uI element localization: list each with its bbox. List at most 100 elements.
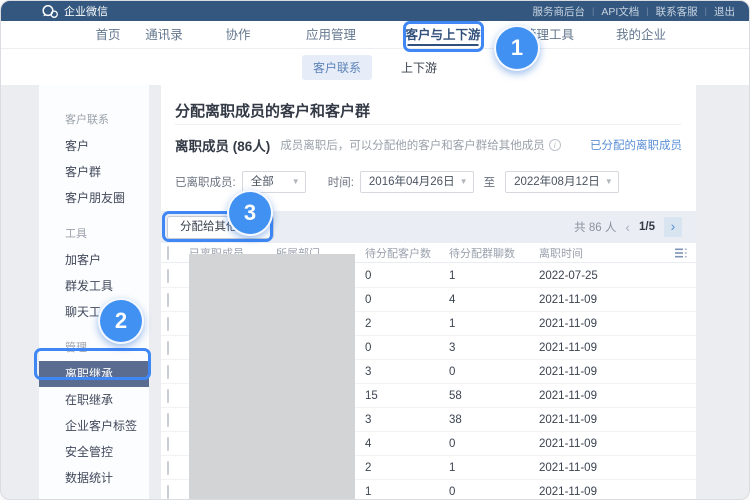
sidebar: 客户联系客户客户群客户朋友圈工具加客户群发工具聊天工具管理离职继承在职继承企业客… [39,85,149,499]
total-count-label: 共 86 人 [574,219,616,235]
sidebar-item[interactable]: 在职继承 [39,387,149,413]
section-title: 离职成员 (86人) [175,135,270,155]
cell-pending-groups: 38 [449,414,539,426]
cell-pending-groups: 1 [449,318,539,330]
next-page-icon[interactable]: › [664,217,682,237]
cell-leave-date: 2021-11-09 [539,366,666,378]
time-filter-label: 时间: [328,174,354,190]
row-checkbox[interactable] [167,485,169,499]
cell-leave-date: 2021-11-09 [539,342,666,354]
cell-pending-customers: 3 [365,414,449,426]
topbar-link-separator: | [646,6,648,16]
top-nav-item[interactable]: 首页 [95,21,120,49]
sidebar-section-header: 工具 [39,221,149,247]
row-checkbox[interactable] [167,389,169,403]
prev-page-icon[interactable]: ‹ [625,220,630,234]
cell-leave-date: 2021-11-09 [539,414,666,426]
cell-leave-date: 2021-11-09 [539,390,666,402]
subtab-strip: 客户联系 上下游 [1,49,749,85]
topbar-link[interactable]: 退出 [714,4,735,19]
sidebar-section-header: 客户联系 [39,107,149,133]
cell-pending-customers: 0 [365,270,449,282]
topbar-link-separator: | [592,6,594,16]
column-settings-icon[interactable] [666,247,696,259]
top-nav-item[interactable]: 协作 [225,21,250,49]
wecom-logo: 企业微信 [41,3,108,19]
top-nav-item[interactable]: 我的企业 [616,21,666,49]
assigned-members-link[interactable]: 已分配的离职成员 [590,137,682,153]
row-checkbox[interactable] [167,317,169,331]
top-nav-item[interactable]: 应用管理 [306,21,356,49]
topbar-link[interactable]: API文档 [601,4,639,19]
col-header-date: 离职时间 [539,245,666,261]
cell-pending-customers: 0 [365,342,449,354]
chevron-down-icon: ▼ [605,172,613,192]
cell-pending-customers: 4 [365,438,449,450]
section-description: 成员离职后，可以分配他的客户和客户群给其他成员 [280,137,545,153]
cell-pending-groups: 0 [449,366,539,378]
info-icon[interactable]: i [549,139,561,151]
tab-upstream-downstream[interactable]: 上下游 [390,55,448,80]
app-window: 企业微信 服务商后台 | API文档 | 联系客服 | 退出 首页通讯录 协作 应用管理 客户与上… [0,0,750,500]
sidebar-item[interactable]: 安全管控 [39,439,149,465]
topbar-link[interactable]: 联系客服 [656,4,698,19]
logo-text: 企业微信 [64,3,108,19]
cell-leave-date: 2022-07-25 [539,270,666,282]
top-nav-item[interactable]: 客户与上下游 [405,21,480,49]
topbar: 企业微信 服务商后台 | API文档 | 联系客服 | 退出 [1,1,749,21]
page-indicator: 1/5 [639,221,655,233]
col-header-groups: 待分配群聊数 [449,245,539,261]
date-from-select[interactable]: 2016年04月26日 ▼ [360,171,474,193]
cell-leave-date: 2021-11-09 [539,462,666,474]
sidebar-item[interactable]: 数据统计 [39,465,149,491]
redacted-content-block [189,254,355,500]
filter-row: 已离职成员: 全部 ▼ 时间: 2016年04月26日 ▼ 至 2022年08月… [175,170,619,193]
topbar-link[interactable]: 服务商后台 [533,4,586,19]
cell-pending-groups: 58 [449,390,539,402]
cell-pending-groups: 0 [449,486,539,498]
sidebar-item[interactable]: 客户群 [39,159,149,185]
sidebar-item[interactable]: 加客户 [39,247,149,273]
cell-pending-customers: 3 [365,366,449,378]
row-checkbox[interactable] [167,461,169,475]
sidebar-item[interactable]: 离职继承 [39,361,149,387]
annotation-step-1: 1 [494,25,540,71]
divider [175,124,681,125]
date-to-select[interactable]: 2022年08月12日 ▼ [505,171,619,193]
select-all-checkbox[interactable] [167,246,169,260]
sidebar-item[interactable]: 群发工具 [39,273,149,299]
primary-nav: 首页通讯录协作应用管理客户与上下游管理工具我的企业 [1,21,749,49]
row-checkbox[interactable] [167,365,169,379]
cell-pending-customers: 15 [365,390,449,402]
row-checkbox[interactable] [167,269,169,283]
cell-pending-groups: 1 [449,270,539,282]
cell-pending-groups: 3 [449,342,539,354]
cell-pending-groups: 1 [449,462,539,474]
sidebar-item[interactable]: 客户朋友圈 [39,185,149,211]
row-checkbox[interactable] [167,341,169,355]
tab-customer-contact[interactable]: 客户联系 [302,55,372,80]
row-checkbox[interactable] [167,437,169,451]
date-range-to-label: 至 [484,174,496,190]
topbar-link-separator: | [705,6,707,16]
sidebar-item[interactable]: 客户 [39,133,149,159]
row-checkbox[interactable] [167,413,169,427]
chat-bubble-icon [41,4,59,19]
cell-pending-customers: 0 [365,294,449,306]
topbar-links: 服务商后台 | API文档 | 联系客服 | 退出 [533,4,735,19]
top-nav-item[interactable]: 通讯录 [145,21,183,49]
cell-pending-customers: 2 [365,462,449,474]
cell-pending-groups: 0 [449,438,539,450]
annotation-step-3: 3 [227,190,273,236]
page-title: 分配离职成员的客户和客户群 [175,100,370,121]
cell-pending-customers: 1 [365,486,449,498]
sidebar-item[interactable]: 企业客户标签 [39,413,149,439]
pagination: 共 86 人 ‹ 1/5 › [574,217,682,237]
main-panel: 分配离职成员的客户和客户群 离职成员 (86人) 成员离职后，可以分配他的客户和… [161,85,696,499]
cell-pending-customers: 2 [365,318,449,330]
member-filter-label: 已离职成员: [175,174,236,190]
col-header-customers: 待分配客户数 [365,245,449,261]
row-checkbox[interactable] [167,293,169,307]
cell-leave-date: 2021-11-09 [539,318,666,330]
cell-leave-date: 2021-11-09 [539,486,666,498]
